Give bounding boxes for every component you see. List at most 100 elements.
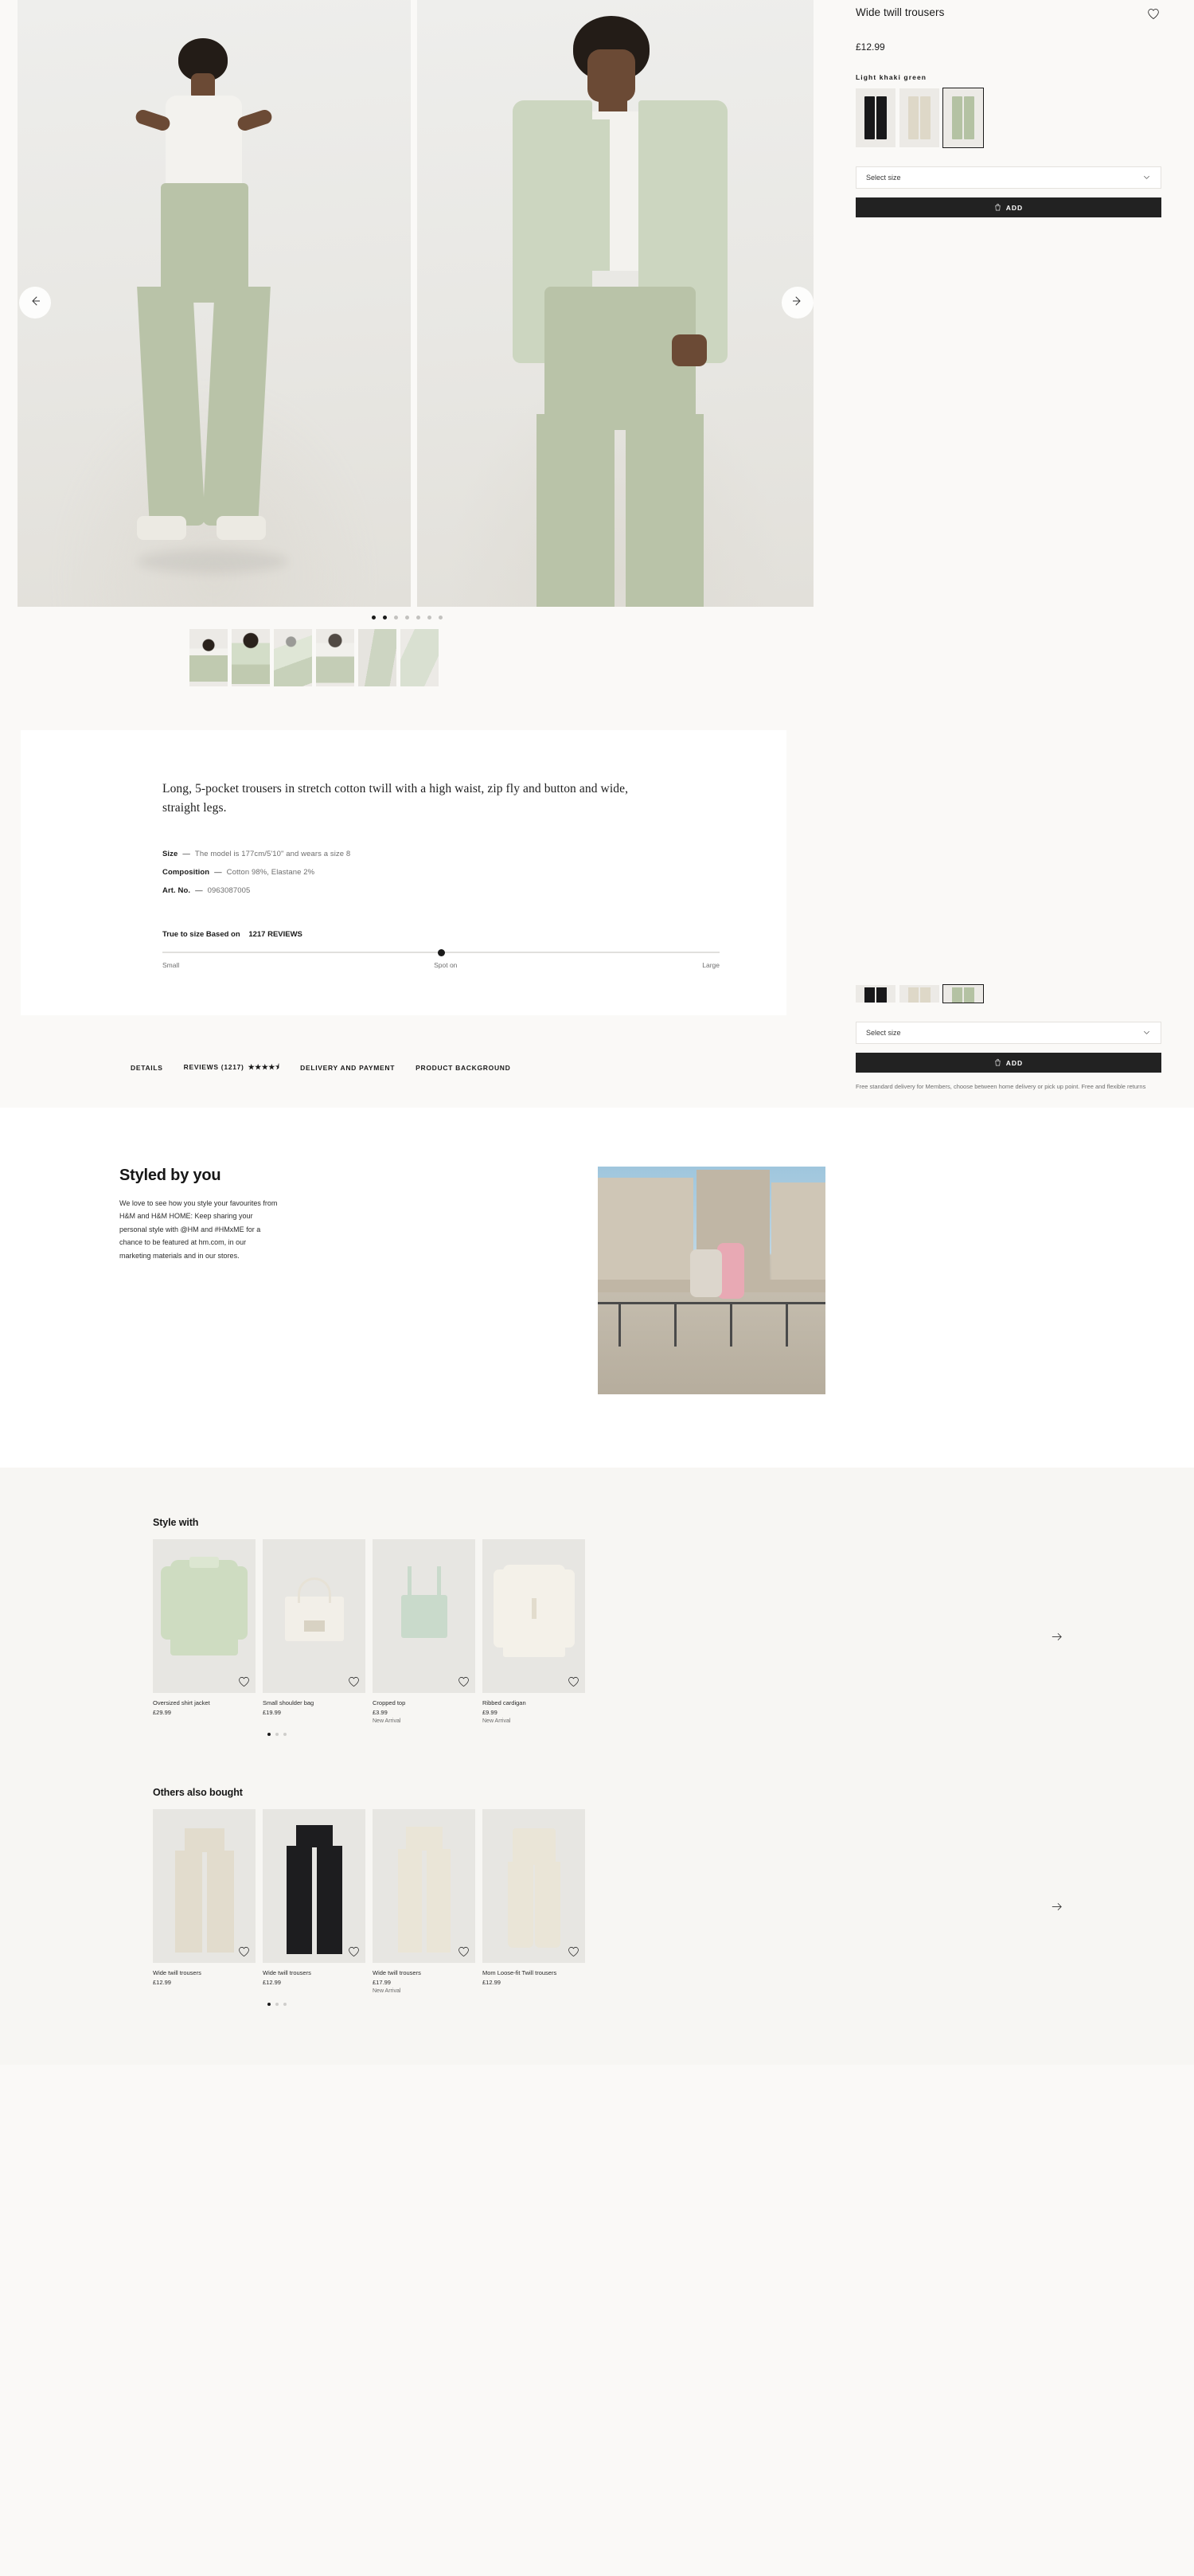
carousel-dot[interactable] <box>283 2003 287 2007</box>
product-card-favourite-button[interactable] <box>348 1676 360 1687</box>
gallery-dot[interactable] <box>416 616 420 620</box>
delivery-information: Free standard delivery for Members, choo… <box>856 1083 1146 1090</box>
tab-reviews-1217[interactable]: REVIEWS (1217) ★★★★⯨ <box>184 1061 279 1074</box>
product-card-favourite-button[interactable] <box>458 1676 470 1687</box>
color-swatch-light-beige[interactable] <box>899 88 939 147</box>
product-card-favourite-button[interactable] <box>348 1946 360 1957</box>
color-swatch-row[interactable] <box>856 88 1161 148</box>
garment-top-strap-right <box>437 1566 441 1599</box>
swatch-leg <box>876 96 887 139</box>
tab-delivery-and-payment[interactable]: DELIVERY AND PAYMENT <box>300 1064 395 1072</box>
carousel-pagination-dots[interactable] <box>153 1733 1194 1737</box>
gallery-dot[interactable] <box>382 616 387 620</box>
product-card[interactable]: Wide twill trousers £12.99 <box>263 1809 365 1994</box>
carousel-dot[interactable] <box>283 1733 287 1737</box>
product-card-image[interactable] <box>263 1539 365 1694</box>
carousel-next-button[interactable] <box>1046 1628 1067 1649</box>
color-swatch-row-sticky[interactable] <box>856 984 1161 1003</box>
color-swatch-sticky-light-khaki-green[interactable] <box>942 984 984 1003</box>
gallery-thumbnail[interactable] <box>274 629 312 686</box>
garment-bag-handle <box>298 1577 331 1604</box>
model2-hand <box>672 334 708 366</box>
product-card[interactable]: Cropped top £3.99 New Arrival <box>373 1539 475 1724</box>
tab-product-background[interactable]: PRODUCT BACKGROUND <box>416 1064 510 1072</box>
gallery-dot[interactable] <box>427 616 431 620</box>
add-to-bag-button-top[interactable]: ADD <box>856 197 1161 217</box>
garment-jacket-sleeve-right <box>228 1566 248 1640</box>
person-beige-coat <box>690 1249 722 1298</box>
color-swatch-black[interactable] <box>856 88 896 147</box>
product-card-image[interactable] <box>153 1809 256 1964</box>
favourite-button[interactable] <box>1145 6 1161 25</box>
gallery-image-1[interactable] <box>18 0 412 607</box>
gallery-dot[interactable] <box>371 616 376 620</box>
garment-trouser-leg-left <box>175 1851 202 1953</box>
heart-icon <box>348 1947 360 1960</box>
product-card[interactable]: Oversized shirt jacket £29.99 <box>153 1539 256 1724</box>
carousel-dot[interactable] <box>267 2003 271 2007</box>
add-to-bag-button-sticky[interactable]: ADD <box>856 1053 1161 1073</box>
product-card-image[interactable] <box>263 1809 365 1964</box>
gallery-image-2[interactable] <box>417 0 814 607</box>
garment-top-strap-left <box>408 1566 412 1599</box>
swatch-leg <box>964 987 974 1003</box>
gallery-thumbnail[interactable] <box>189 629 228 686</box>
carousel-dot[interactable] <box>275 2003 279 2007</box>
carousel-pagination-dots[interactable] <box>153 2003 1194 2007</box>
gallery-next-button[interactable] <box>782 287 814 319</box>
product-card-favourite-button[interactable] <box>238 1946 250 1957</box>
heart-icon <box>458 1677 470 1691</box>
tab-details[interactable]: DETAILS <box>131 1064 163 1072</box>
garment-trouser-leg-left <box>508 1862 533 1949</box>
fit-label-large: Large <box>702 961 720 970</box>
garment-trouser-waist <box>513 1828 556 1866</box>
product-card-name: Oversized shirt jacket <box>153 1699 210 1707</box>
fit-slider-knob[interactable] <box>437 948 445 956</box>
shopping-bag-icon <box>994 1058 1001 1068</box>
product-card[interactable]: Mom Loose-fit Twill trousers £12.99 <box>482 1809 585 1994</box>
carousel-dot[interactable] <box>267 1733 271 1737</box>
carousel-dot[interactable] <box>275 1733 279 1737</box>
product-card[interactable]: Wide twill trousers £12.99 <box>153 1809 256 1994</box>
heart-icon <box>568 1947 579 1960</box>
product-card-favourite-button[interactable] <box>458 1946 470 1957</box>
product-card-price: £19.99 <box>263 1709 281 1717</box>
gallery-thumbnail[interactable] <box>232 629 270 686</box>
product-card-image[interactable] <box>153 1539 256 1694</box>
gallery-dot[interactable] <box>393 616 398 620</box>
product-card-favourite-button[interactable] <box>568 1946 579 1957</box>
gallery-prev-button[interactable] <box>19 287 51 319</box>
garment-jacket-sleeve-left <box>161 1566 180 1640</box>
product-card-favourite-button[interactable] <box>238 1676 250 1687</box>
fit-heading-label: True to size Based on <box>162 930 240 940</box>
gallery-thumbnail[interactable] <box>400 629 439 686</box>
gallery-thumbnail[interactable] <box>316 629 354 686</box>
gallery-dot[interactable] <box>404 616 409 620</box>
product-card-image[interactable] <box>373 1809 475 1964</box>
styled-by-you-photo[interactable] <box>598 1167 825 1395</box>
product-card-image[interactable] <box>373 1539 475 1694</box>
color-swatch-light-khaki-green[interactable] <box>942 88 984 148</box>
selected-color-label: Light khaki green <box>856 73 927 81</box>
color-swatch-sticky-light-beige[interactable] <box>899 985 939 1003</box>
gallery-pagination-dots[interactable] <box>0 616 796 620</box>
carousel-card-row: Oversized shirt jacket £29.99 Small should… <box>153 1539 1194 1724</box>
gallery-thumbnail[interactable] <box>358 629 396 686</box>
fit-slider-track[interactable] <box>162 948 720 956</box>
product-card[interactable]: Ribbed cardigan £9.99 New Arrival <box>482 1539 585 1724</box>
spec-value: 0963087005 <box>207 886 251 896</box>
product-card-badge: New Arrival <box>373 1988 401 1995</box>
garment-cardigan-tie <box>532 1598 537 1620</box>
product-card[interactable]: Small shoulder bag £19.99 <box>263 1539 365 1724</box>
product-card-favourite-button[interactable] <box>568 1676 579 1687</box>
styled-by-you-title: Styled by you <box>119 1167 221 1185</box>
product-card[interactable]: Wide twill trousers £17.99 New Arrival <box>373 1809 475 1994</box>
product-card-image[interactable] <box>482 1539 585 1694</box>
carousel-next-button[interactable] <box>1046 1898 1067 1919</box>
gallery-dot[interactable] <box>438 616 443 620</box>
size-select-sticky[interactable]: Select size <box>856 1022 1161 1044</box>
product-card-image[interactable] <box>482 1809 585 1964</box>
color-swatch-sticky-black[interactable] <box>856 985 896 1003</box>
gallery-thumbnail-strip[interactable] <box>0 629 1194 686</box>
size-select-top[interactable]: Select size <box>856 166 1161 189</box>
